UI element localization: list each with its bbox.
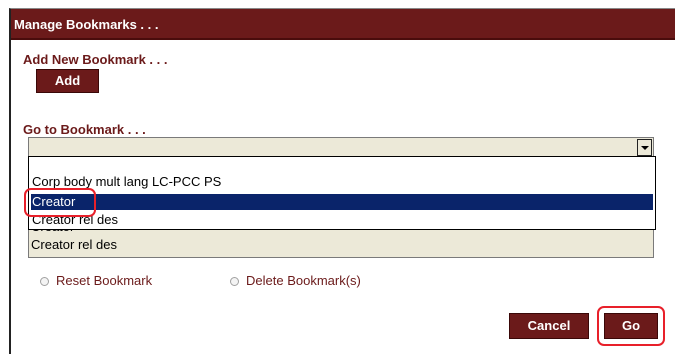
list-item[interactable]: Creator rel des <box>31 237 117 252</box>
reset-bookmark-label: Reset Bookmark <box>56 273 153 288</box>
cancel-button[interactable]: Cancel <box>509 313 589 339</box>
chevron-down-icon[interactable] <box>637 139 652 156</box>
delete-bookmark-label: Delete Bookmark(s) <box>246 273 361 288</box>
add-button[interactable]: Add <box>36 69 99 93</box>
add-bookmark-label: Add New Bookmark . . . <box>23 52 168 67</box>
go-to-bookmark-select[interactable] <box>28 137 654 158</box>
dropdown-option-selected[interactable]: Creator <box>31 194 653 210</box>
go-button[interactable]: Go <box>604 313 658 339</box>
dropdown-option[interactable]: Corp body mult lang LC-PCC PS <box>31 174 653 190</box>
radio-icon[interactable] <box>40 277 49 286</box>
dialog-title: Manage Bookmarks . . . <box>11 9 675 40</box>
go-to-bookmark-label: Go to Bookmark . . . <box>23 122 146 137</box>
bookmark-dropdown-list[interactable]: Corp body mult lang LC-PCC PS Creator Cr… <box>28 156 656 230</box>
radio-icon[interactable] <box>230 277 239 286</box>
dropdown-option[interactable]: Creator rel des <box>31 212 653 228</box>
